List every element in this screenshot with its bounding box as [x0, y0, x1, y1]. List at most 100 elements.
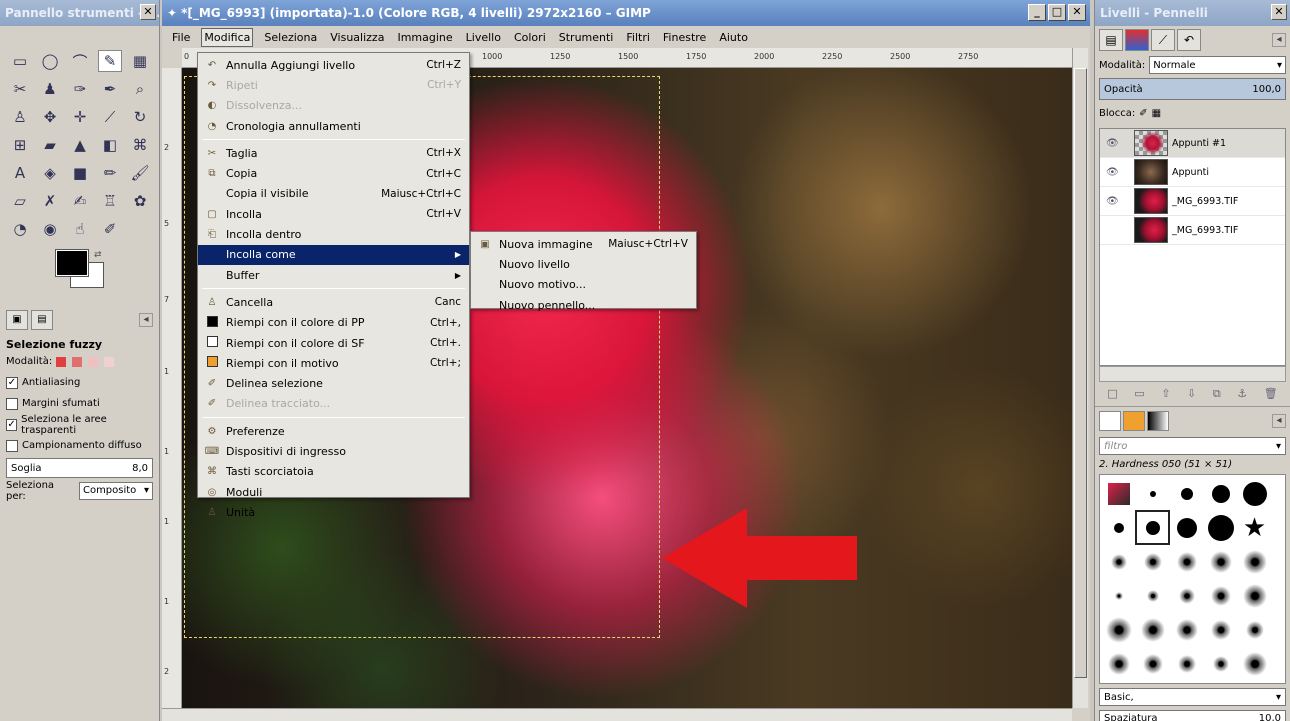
scale-icon[interactable]: ⊞: [8, 134, 32, 156]
brush-item[interactable]: [1137, 580, 1168, 611]
brush-item[interactable]: [1205, 648, 1236, 679]
threshold-value[interactable]: 8,0: [132, 463, 148, 474]
brush-set-dropdown[interactable]: Basic, ▾: [1099, 688, 1286, 706]
menu-item[interactable]: ⎗ Incolla dentro: [198, 224, 469, 244]
measure-icon[interactable]: ♙: [8, 106, 32, 128]
pencil-icon[interactable]: ✏: [98, 162, 122, 184]
image-window-titlebar[interactable]: ✦ *[_MG_6993] (importata)-1.0 (Colore RG…: [162, 0, 1090, 26]
fuzzy-select-icon[interactable]: ✎: [98, 50, 122, 72]
blend-icon[interactable]: ■: [68, 162, 92, 184]
foreground-color-swatch[interactable]: [55, 249, 89, 277]
tab-gradients[interactable]: [1147, 411, 1169, 431]
airbrush-icon[interactable]: ✗: [38, 190, 62, 212]
swap-colors-icon[interactable]: ⇄: [94, 250, 102, 260]
brush-item[interactable]: [1135, 510, 1170, 545]
color-picker-icon[interactable]: ✒: [98, 78, 122, 100]
select-by-dropdown[interactable]: Composito ▾: [78, 481, 153, 500]
tool-options-tab-icon[interactable]: ▣: [6, 310, 28, 330]
lock-alpha-icon[interactable]: ▦: [1152, 108, 1161, 119]
opacity-spinner[interactable]: Opacità 100,0: [1099, 78, 1286, 100]
mode-intersect-icon[interactable]: [104, 356, 115, 367]
trash-icon[interactable]: 🗑: [1264, 387, 1278, 401]
menu-item[interactable]: Nuovo pennello...: [471, 295, 696, 315]
text-icon[interactable]: A: [8, 162, 32, 184]
maximize-button[interactable]: □: [1048, 4, 1066, 21]
brush-item[interactable]: [1205, 614, 1236, 645]
layer-row[interactable]: 👁 _MG_6993.TIF: [1100, 187, 1285, 216]
foreground-select-icon[interactable]: ♟: [38, 78, 62, 100]
layer-name[interactable]: Appunti: [1172, 167, 1209, 178]
opacity-value[interactable]: 100,0: [1252, 84, 1281, 95]
vertical-ruler[interactable]: 2 5 7 1 1 1 1 2: [162, 68, 182, 708]
layer-row[interactable]: _MG_6993.TIF: [1100, 216, 1285, 245]
layer-row[interactable]: 👁 Appunti: [1100, 158, 1285, 187]
menu-livello[interactable]: Livello: [464, 29, 503, 46]
menu-item[interactable]: ⚙ Preferenze: [198, 421, 469, 441]
clone-icon[interactable]: ♖: [98, 190, 122, 212]
brush-item[interactable]: [1103, 478, 1134, 509]
rect-select-icon[interactable]: ▭: [8, 50, 32, 72]
menu-item[interactable]: ♙ Cancella Canc: [198, 292, 469, 312]
menu-immagine[interactable]: Immagine: [395, 29, 454, 46]
free-select-icon[interactable]: ⌒: [68, 50, 92, 72]
menu-item[interactable]: Riempi con il motivo Ctrl+;: [198, 353, 469, 373]
anchor-icon[interactable]: ⚓: [1237, 387, 1247, 401]
tab-paths[interactable]: ⟋: [1151, 29, 1175, 51]
menu-item[interactable]: Riempi con il colore di PP Ctrl+,: [198, 313, 469, 333]
ellipse-select-icon[interactable]: ◯: [38, 50, 62, 72]
menu-item[interactable]: ◎ Moduli: [198, 482, 469, 502]
close-icon[interactable]: ✕: [1271, 4, 1287, 20]
select-transparent-option[interactable]: ✓ Seleziona le aree trasparenti: [0, 414, 159, 436]
menu-item[interactable]: ⌨ Dispositivi di ingresso: [198, 441, 469, 461]
brush-item[interactable]: [1171, 512, 1202, 543]
mode-add-icon[interactable]: [72, 356, 83, 367]
sample-merged-checkbox[interactable]: [6, 439, 18, 452]
brush-item[interactable]: [1103, 580, 1134, 611]
heal-icon[interactable]: ✿: [128, 190, 152, 212]
device-status-tab-icon[interactable]: ▤: [31, 310, 53, 330]
blur-icon[interactable]: ◉: [38, 218, 62, 240]
brush-item[interactable]: [1239, 614, 1270, 645]
cage-icon[interactable]: ⌘: [128, 134, 152, 156]
raise-layer-icon[interactable]: ⇧: [1161, 387, 1170, 401]
menu-strumenti[interactable]: Strumenti: [557, 29, 616, 46]
menu-item[interactable]: ✂ Taglia Ctrl+X: [198, 143, 469, 163]
paths-icon[interactable]: ✑: [68, 78, 92, 100]
menu-item[interactable]: Riempi con il colore di SF Ctrl+.: [198, 333, 469, 353]
brush-item[interactable]: [1171, 648, 1202, 679]
antialiasing-checkbox[interactable]: ✓: [6, 376, 18, 389]
bucket-fill-icon[interactable]: ◈: [38, 162, 62, 184]
mode-replace-icon[interactable]: [56, 356, 67, 367]
menu-item[interactable]: ✐ Delinea selezione: [198, 373, 469, 393]
feather-edges-option[interactable]: Margini sfumati: [0, 393, 159, 414]
menu-item[interactable]: ▢ Incolla Ctrl+V: [198, 204, 469, 224]
close-icon[interactable]: ✕: [140, 4, 156, 20]
tab-menu-icon[interactable]: ◂: [1272, 414, 1286, 428]
menu-item[interactable]: Copia il visibile Maiusc+Ctrl+C: [198, 184, 469, 204]
minimize-button[interactable]: _: [1028, 4, 1046, 21]
layer-name[interactable]: _MG_6993.TIF: [1172, 225, 1238, 236]
lock-pixels-icon[interactable]: ✐: [1139, 108, 1147, 119]
shear-icon[interactable]: ▰: [38, 134, 62, 156]
brush-item[interactable]: [1239, 546, 1270, 577]
brush-item[interactable]: [1205, 512, 1236, 543]
menu-visualizza[interactable]: Visualizza: [328, 29, 386, 46]
flip-icon[interactable]: ◧: [98, 134, 122, 156]
brush-item[interactable]: [1205, 478, 1236, 509]
rotate-icon[interactable]: ↻: [128, 106, 152, 128]
tab-menu-icon[interactable]: ◂: [1272, 33, 1286, 47]
threshold-spinner[interactable]: Soglia 8,0: [6, 458, 153, 478]
tab-layers[interactable]: ▤: [1099, 29, 1123, 51]
crop-icon[interactable]: ⟋: [98, 106, 122, 128]
menu-item[interactable]: Incolla come ▶: [198, 244, 469, 265]
brush-item[interactable]: [1103, 648, 1134, 679]
duplicate-layer-icon[interactable]: ⧉: [1213, 387, 1221, 401]
toolbox-titlebar[interactable]: Pannello strumenti - ... ✕: [0, 0, 159, 26]
menu-modifica[interactable]: Modifica: [201, 27, 254, 47]
smudge-icon[interactable]: ☝: [68, 218, 92, 240]
zoom-icon[interactable]: ⌕: [128, 78, 152, 100]
menu-colori[interactable]: Colori: [512, 29, 548, 46]
brush-item[interactable]: [1205, 580, 1236, 611]
brush-item[interactable]: [1171, 546, 1202, 577]
brush-item[interactable]: ★: [1239, 512, 1270, 543]
